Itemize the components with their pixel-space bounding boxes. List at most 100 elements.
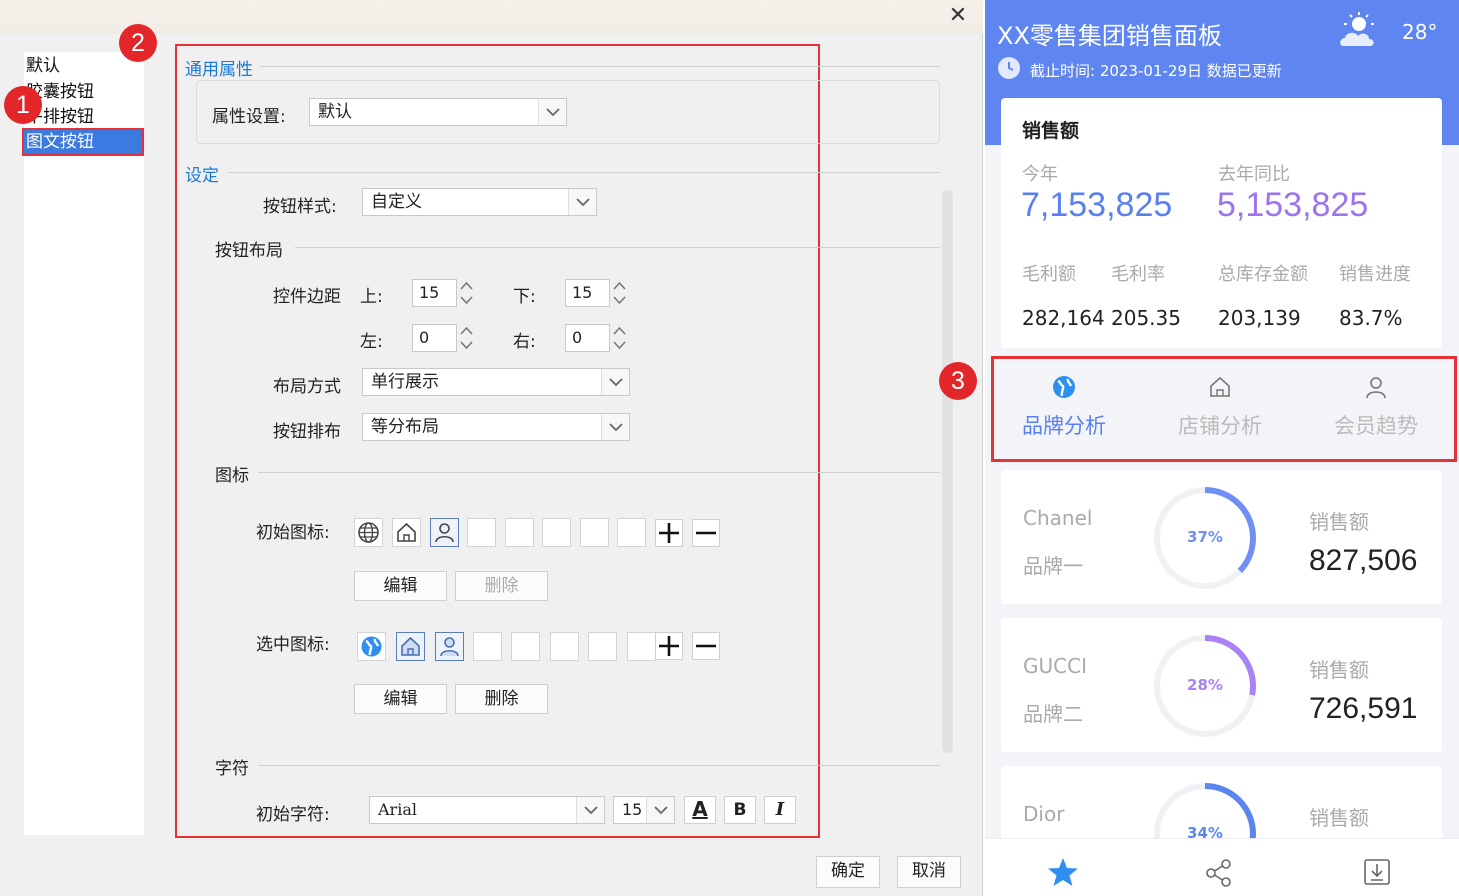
arrange-label: 按钮排布 (273, 422, 341, 442)
selected-icon-slot-empty[interactable] (588, 632, 617, 661)
selected-icon-slot-empty[interactable] (511, 632, 540, 661)
brand-sub: 品牌二 (1023, 702, 1083, 726)
margin-top-spinner[interactable]: 15 (412, 279, 476, 307)
brand-sales-label: 销售额 (1309, 510, 1369, 534)
share-icon[interactable] (1204, 857, 1234, 887)
highlight-box-tabs (991, 356, 1457, 462)
initial-icon-slot-user[interactable] (430, 518, 459, 547)
margin-left-spinner[interactable]: 0 (412, 324, 476, 352)
initial-icon-slot-globe[interactable] (354, 518, 383, 547)
italic-button[interactable]: I (764, 796, 796, 824)
minus-icon (696, 644, 716, 648)
chevron-down-icon (646, 797, 674, 823)
initial-icon-slot-empty[interactable] (580, 518, 609, 547)
spinner-arrows-icon[interactable] (610, 324, 629, 352)
button-type-list: 默认 胶囊按钮 平排按钮 图文按钮 (22, 52, 144, 835)
arrange-value: 等分布局 (371, 417, 439, 437)
cancel-button[interactable]: 取消 (897, 856, 961, 888)
plus-icon (659, 636, 679, 656)
divider (228, 172, 940, 173)
globe-icon (358, 522, 379, 543)
brand-percent: 37% (1187, 528, 1223, 546)
home-icon (401, 636, 420, 656)
margin-top-label: 上: (360, 287, 383, 307)
margin-right-label: 右: (513, 332, 536, 352)
layout-mode-select[interactable]: 单行展示 (362, 368, 630, 396)
chevron-down-icon (601, 369, 629, 395)
selected-icon-label: 选中图标: (256, 635, 330, 655)
margin-top-value[interactable]: 15 (412, 279, 457, 307)
font-color-button[interactable]: A (684, 796, 716, 824)
divider (258, 472, 940, 473)
step-badge-1: 1 (4, 86, 42, 124)
brand-card[interactable]: Dior 34% 销售额 (1001, 766, 1442, 846)
margin-bottom-spinner[interactable]: 15 (565, 279, 629, 307)
margin-left-value[interactable]: 0 (412, 324, 457, 352)
initial-icon-slot-home[interactable] (392, 518, 421, 547)
brand-card[interactable]: GUCCI 品牌二 28% 销售额 726,591 (1001, 618, 1442, 752)
initial-icon-slot-empty[interactable] (542, 518, 571, 547)
font-size-value: 15 (622, 800, 643, 819)
brand-sales-value: 726,591 (1309, 692, 1418, 725)
selected-icon-slot-empty[interactable] (627, 632, 656, 661)
prop-setting-select[interactable]: 默认 (309, 98, 567, 126)
layout-mode-label: 布局方式 (273, 377, 341, 397)
chevron-down-icon (576, 797, 604, 823)
bottom-nav (985, 838, 1459, 896)
margin-bottom-value[interactable]: 15 (565, 279, 610, 307)
download-icon[interactable] (1362, 857, 1392, 887)
type-item-flat[interactable]: 平排按钮 (24, 105, 144, 129)
type-item-image-text[interactable]: 图文按钮 (22, 128, 144, 156)
spinner-arrows-icon[interactable] (610, 279, 629, 307)
icon-group-title: 图标 (215, 466, 249, 486)
divider (260, 66, 940, 67)
prop-setting-label: 属性设置: (212, 107, 286, 127)
add-initial-icon-button[interactable] (655, 519, 683, 547)
delete-selected-icon-button[interactable]: 删除 (455, 684, 548, 714)
edit-selected-icon-button[interactable]: 编辑 (354, 684, 447, 714)
delete-initial-icon-button[interactable]: 删除 (455, 571, 548, 601)
chevron-down-icon (538, 99, 566, 125)
selected-icon-slot-home[interactable] (396, 632, 425, 661)
font-size-select[interactable]: 15 (613, 796, 675, 824)
arrange-select[interactable]: 等分布局 (362, 413, 630, 441)
type-item-capsule[interactable]: 胶囊按钮 (24, 80, 144, 104)
font-family-select[interactable]: Arial (369, 796, 605, 824)
button-style-label: 按钮样式: (263, 197, 337, 217)
ok-button[interactable]: 确定 (816, 856, 880, 888)
spinner-arrows-icon[interactable] (457, 279, 476, 307)
star-icon[interactable] (1047, 856, 1079, 888)
settings-scrollbar[interactable] (942, 190, 953, 753)
close-icon[interactable]: ✕ (944, 4, 972, 30)
selected-icon-slot-empty[interactable] (473, 632, 502, 661)
initial-icon-slot-empty[interactable] (617, 518, 646, 547)
initial-icon-slot-empty[interactable] (505, 518, 534, 547)
selected-icon-slot-globe[interactable] (357, 632, 386, 661)
initial-icon-slot-empty[interactable] (467, 518, 496, 547)
remove-selected-icon-button[interactable] (692, 632, 720, 660)
brand-sales-label: 销售额 (1309, 658, 1369, 682)
selected-icon-slot-user[interactable] (435, 632, 464, 661)
brand-card[interactable]: Chanel 品牌一 37% 销售额 827,506 (1001, 470, 1442, 604)
add-selected-icon-button[interactable] (655, 632, 683, 660)
divider (295, 247, 940, 248)
section-settings-title: 设定 (185, 166, 219, 186)
plus-icon (659, 523, 679, 543)
user-icon (435, 523, 454, 543)
button-style-select[interactable]: 自定义 (362, 188, 597, 216)
selected-icon-slot-empty[interactable] (550, 632, 579, 661)
button-settings-dialog: ✕ 默认 胶囊按钮 平排按钮 图文按钮 1 2 通用属性 属性设置: 默认 设定… (0, 0, 983, 896)
char-group-title: 字符 (215, 759, 249, 779)
globe-icon (361, 636, 382, 657)
margin-right-spinner[interactable]: 0 (565, 324, 629, 352)
margin-right-value[interactable]: 0 (565, 324, 610, 352)
step-badge-2: 2 (119, 24, 157, 62)
spinner-arrows-icon[interactable] (457, 324, 476, 352)
bold-button[interactable]: B (724, 796, 756, 824)
margin-bottom-label: 下: (513, 287, 536, 307)
remove-initial-icon-button[interactable] (692, 519, 720, 547)
edit-initial-icon-button[interactable]: 编辑 (354, 571, 447, 601)
user-icon (440, 637, 459, 657)
layout-mode-value: 单行展示 (371, 372, 439, 392)
brand-name: Chanel (1023, 506, 1093, 530)
